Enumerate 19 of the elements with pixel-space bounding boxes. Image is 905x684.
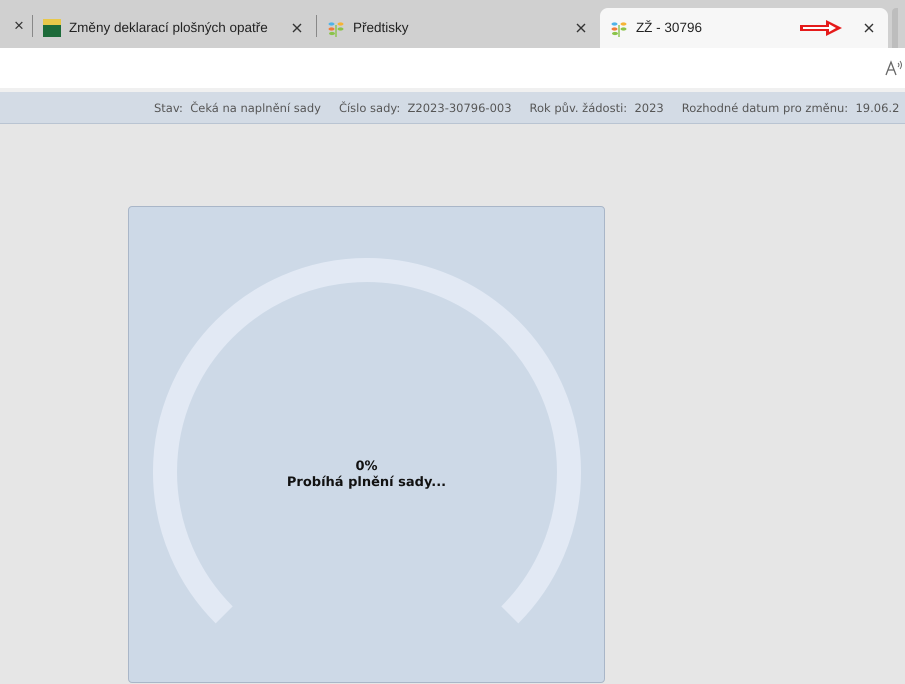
status-field: Rozhodné datum pro změnu: 19.06.2 (682, 100, 900, 114)
status-field: Číslo sady: Z2023-30796-003 (338, 100, 512, 114)
close-icon[interactable] (864, 23, 874, 33)
close-tab-button[interactable]: × (6, 8, 32, 44)
read-aloud-icon[interactable] (885, 60, 903, 76)
progress-message: Probíhá plnění sady... (286, 475, 446, 491)
arrow-icon (798, 18, 844, 38)
browser-tab[interactable]: Změny deklarací plošných opatře (32, 8, 316, 48)
browser-tab[interactable]: Předtisky (316, 8, 600, 48)
close-icon[interactable] (292, 23, 302, 33)
close-icon[interactable] (576, 23, 586, 33)
browser-tab[interactable]: ZŽ - 30796 (600, 8, 888, 48)
progress-percent: 0% (355, 459, 378, 475)
tab-title: Změny deklarací plošných opatře (68, 19, 269, 37)
tab-title: ZŽ - 30796 (636, 19, 703, 37)
tab-title: Předtisky (352, 19, 410, 37)
status-field: Stav: Čeká na naplnění sady (154, 100, 321, 114)
logo-icon (42, 19, 61, 37)
status-field: Rok pův. žádosti: 2023 (530, 100, 664, 114)
